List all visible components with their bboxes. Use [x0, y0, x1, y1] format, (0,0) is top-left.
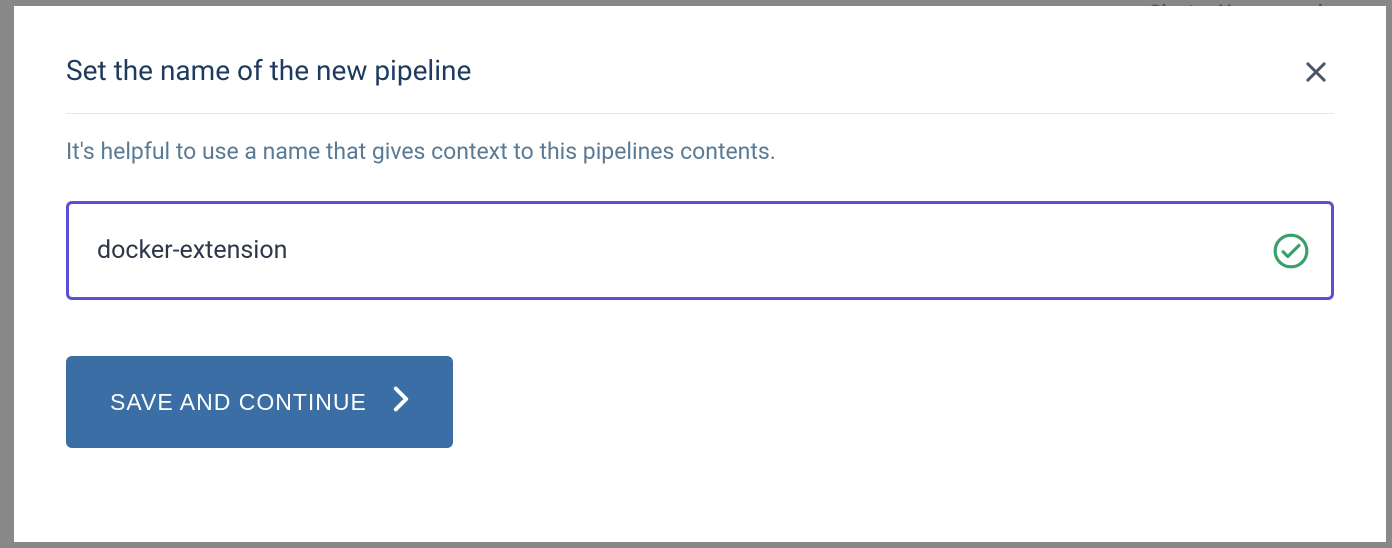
chevron-right-icon [393, 386, 409, 418]
modal-title: Set the name of the new pipeline [66, 54, 471, 87]
pipeline-name-modal: Set the name of the new pipeline It's he… [14, 6, 1386, 542]
close-button[interactable] [1298, 54, 1334, 93]
modal-subtitle: It's helpful to use a name that gives co… [66, 138, 1334, 165]
pipeline-name-input-wrap [66, 201, 1334, 300]
save-and-continue-button[interactable]: SAVE AND CONTINUE [66, 356, 453, 448]
pipeline-name-input[interactable] [66, 201, 1334, 300]
modal-header: Set the name of the new pipeline [66, 54, 1334, 114]
check-circle-icon [1272, 232, 1310, 270]
close-icon [1302, 58, 1330, 89]
save-button-label: SAVE AND CONTINUE [110, 389, 367, 416]
